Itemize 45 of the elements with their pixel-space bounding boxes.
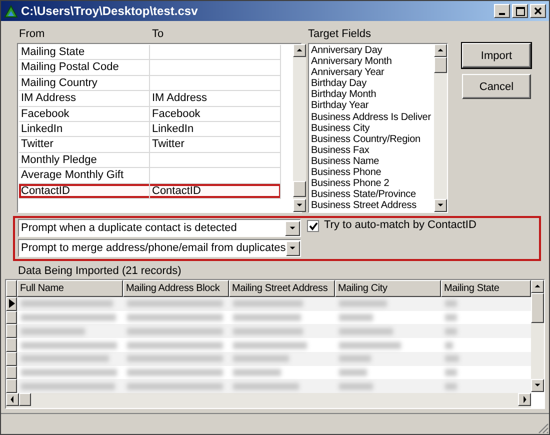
column-header[interactable]: Mailing Address Block	[123, 280, 229, 297]
list-item[interactable]: Business Fax	[311, 144, 434, 156]
table-cell: Monthly Pledge	[19, 152, 150, 168]
table-cell: Twitter	[19, 137, 150, 152]
column-header[interactable]: Mailing Street Address	[229, 280, 335, 297]
list-item[interactable]: Business Street Address	[311, 200, 434, 212]
table-cell: Mailing Postal Code	[19, 60, 150, 75]
list-item[interactable]: Business City	[311, 122, 434, 134]
table-cell: Average Monthly Gift	[19, 168, 150, 183]
dropdown[interactable]: Prompt to merge address/phone/email from duplicates	[18, 239, 301, 257]
list-item[interactable]: Birthday Year	[311, 100, 434, 112]
table-cell: IM Address	[19, 91, 150, 106]
list-item[interactable]: Business Name	[311, 156, 434, 168]
column-header[interactable]: Full Name	[17, 280, 123, 297]
window-title: C:\Users\Troy\Desktop\test.csv	[21, 4, 198, 18]
dropdown[interactable]: Prompt when a duplicate contact is detected	[18, 219, 301, 237]
column-header[interactable]: Mailing State	[441, 280, 531, 297]
list-item[interactable]: Anniversary Month	[311, 56, 434, 68]
table-cell: LinkedIn	[150, 122, 281, 136]
column-header[interactable]: Mailing City	[335, 280, 441, 297]
list-item[interactable]: Birthday Day	[311, 78, 434, 90]
table-cell: Facebook	[150, 106, 281, 121]
table-cell: Facebook	[19, 106, 150, 121]
list-item[interactable]: Business Phone 2	[311, 178, 434, 190]
table-cell: Twitter	[150, 137, 281, 152]
list-item[interactable]: Business Address Is Deliver	[311, 112, 434, 123]
checkbox-label: Try to auto-match by ContactID	[324, 219, 476, 231]
list-item[interactable]: Anniversary Year	[311, 67, 434, 78]
table-cell: LinkedIn	[19, 122, 150, 136]
list-item[interactable]: Business Phone	[311, 167, 434, 178]
table-cell: Mailing Country	[19, 76, 150, 90]
table-cell: ContactID	[150, 184, 281, 198]
dialog-button[interactable]: Cancel	[462, 74, 531, 99]
list-item[interactable]: Business Country/Region	[311, 134, 434, 145]
list-item[interactable]: Anniversary Day	[311, 45, 434, 56]
table-cell: ContactID	[19, 184, 150, 198]
list-item[interactable]: Business State/Province	[311, 189, 434, 200]
table-cell: IM Address	[150, 91, 281, 106]
column-header: From	[18, 27, 46, 41]
list-item[interactable]: Birthday Month	[311, 89, 434, 100]
dialog-button[interactable]: Import	[462, 43, 531, 68]
data-grid-label: Data Being Imported (21 records)	[18, 265, 182, 277]
column-header: To	[151, 27, 165, 41]
target-fields-label: Target Fields	[308, 27, 372, 41]
table-cell: Mailing State	[19, 45, 150, 60]
